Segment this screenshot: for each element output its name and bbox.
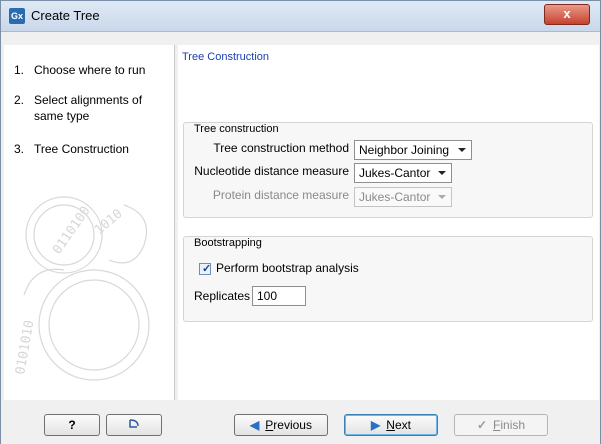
step-number: 1. [14, 63, 25, 77]
protein-distance-label: Protein distance measure [212, 188, 349, 202]
replicates-input[interactable]: 100 [252, 286, 306, 306]
create-tree-dialog: Gx Create Tree x 1. Choose where to run … [0, 0, 601, 444]
button-bar: ? ◀ Previous ▶ Next ✓ Finish [1, 406, 600, 444]
step-label: Tree Construction [34, 142, 129, 156]
close-button[interactable]: x [544, 4, 590, 25]
step-label: Select alignments of same type [34, 93, 143, 123]
select-value: Jukes-Cantor [359, 166, 431, 180]
tree-method-select[interactable]: Neighbor Joining [354, 140, 472, 160]
chevron-down-icon [438, 195, 446, 199]
title-bar[interactable]: Gx Create Tree x [1, 1, 600, 32]
perform-bootstrap-checkbox[interactable]: ✓ [199, 263, 211, 275]
protein-distance-select[interactable]: Jukes-Cantor [354, 187, 452, 207]
wizard-steps-panel: 1. Choose where to run 2. Select alignme… [4, 45, 175, 400]
group-title: Tree construction [194, 123, 279, 135]
bootstrapping-group: Bootstrapping ✓ Perform bootstrap analys… [183, 236, 593, 322]
check-icon: ✓ [202, 263, 212, 275]
select-value: Jukes-Cantor [359, 190, 431, 204]
perform-bootstrap-label[interactable]: Perform bootstrap analysis [216, 261, 359, 275]
chevron-down-icon [458, 148, 466, 152]
reset-icon [129, 419, 139, 428]
reset-button[interactable] [106, 414, 162, 436]
group-title: Bootstrapping [194, 237, 262, 249]
finish-button[interactable]: ✓ Finish [454, 414, 548, 436]
decorative-watermark-graphic: 0110100 0101010 1010 [13, 196, 150, 381]
nucleotide-distance-select[interactable]: Jukes-Cantor [354, 163, 452, 183]
tree-method-label: Tree construction method [213, 141, 349, 155]
help-button[interactable]: ? [44, 414, 100, 436]
previous-label: revious [273, 418, 312, 432]
arrow-right-icon: ▶ [371, 418, 381, 432]
arrow-left-icon: ◀ [250, 418, 260, 432]
chevron-down-icon [438, 171, 446, 175]
section-title: Tree Construction [182, 51, 270, 63]
main-content-panel: Tree Construction Tree construction Tree… [178, 45, 599, 400]
next-button[interactable]: ▶ Next [344, 414, 438, 436]
svg-text:1010: 1010 [92, 206, 126, 238]
svg-text:0101010: 0101010 [13, 319, 37, 376]
previous-button[interactable]: ◀ Previous [234, 414, 328, 436]
svg-text:0110100: 0110100 [50, 204, 94, 257]
step-label: Choose where to run [34, 63, 146, 77]
checkmark-icon: ✓ [476, 418, 488, 432]
window-title: Create Tree [31, 8, 100, 23]
tree-construction-group: Tree construction Tree construction meth… [183, 122, 593, 218]
app-icon: Gx [9, 8, 25, 24]
next-mnemonic: N [386, 418, 395, 432]
next-label: ext [394, 418, 411, 432]
nucleotide-distance-label: Nucleotide distance measure [194, 164, 349, 178]
step-number: 2. [14, 93, 25, 107]
step-number: 3. [14, 142, 25, 156]
replicates-label: Replicates [194, 289, 251, 303]
finish-label: inish [500, 418, 526, 432]
select-value: Neighbor Joining [359, 143, 450, 157]
